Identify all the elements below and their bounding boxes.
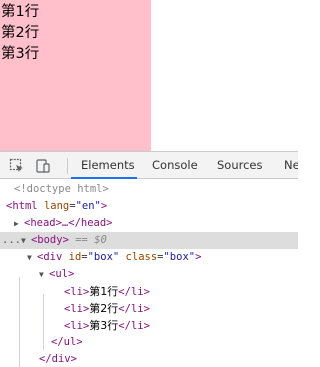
collapse-triangle-icon[interactable]: ▼ xyxy=(21,232,31,249)
row-menu-ellipsis[interactable]: ... xyxy=(0,234,21,246)
li-open-tag: <li> xyxy=(64,320,90,332)
elements-dom-tree: <!doctype html> <html lang="en"> ▶ <head>… xyxy=(0,179,298,367)
dom-node-div-close[interactable]: </div> xyxy=(0,351,298,367)
devtools-panel: Elements Console Sources Ne <!doctype ht… xyxy=(0,151,298,367)
ul-open-tag: <ul> xyxy=(49,268,75,280)
doctype-text: <!doctype html> xyxy=(14,183,109,195)
box-div: 第1行 第2行 第3行 xyxy=(0,0,151,151)
collapse-triangle-icon[interactable]: ▼ xyxy=(39,266,49,283)
dom-node-div[interactable]: ▼ <div id="box" class="box"> xyxy=(0,249,298,266)
devtools-toolbar: Elements Console Sources Ne xyxy=(0,151,298,179)
li-text: 第2行 xyxy=(89,302,119,315)
selected-node-marker: == $0 xyxy=(75,234,107,246)
html-lang-value: "en" xyxy=(75,200,101,212)
list-item-3: 第3行 xyxy=(1,46,40,62)
div-id-value: "box" xyxy=(87,251,120,263)
dom-node-li-1[interactable]: <li>第1行</li> xyxy=(0,283,298,300)
dom-node-doctype[interactable]: <!doctype html> xyxy=(0,181,298,198)
tab-sources[interactable]: Sources xyxy=(217,152,263,179)
body-open-tag: <body> xyxy=(30,234,69,246)
dom-node-ul-close[interactable]: </ul> xyxy=(0,334,298,351)
div-close-tag: </div> xyxy=(39,353,77,365)
ul-close-tag: </ul> xyxy=(51,336,83,348)
list-item-2: 第2行 xyxy=(1,25,40,41)
dom-node-body-selected[interactable]: ...▼ <body> == $0 xyxy=(0,232,298,249)
div-id-attr: id xyxy=(68,251,82,263)
tab-console[interactable]: Console xyxy=(152,152,198,179)
box-list: 第1行 第2行 第3行 xyxy=(0,0,151,65)
li-text: 第1行 xyxy=(89,285,119,298)
collapse-triangle-icon[interactable]: ▼ xyxy=(27,249,37,266)
head-collapsed-tag: <head>…</head> xyxy=(24,217,113,229)
expand-triangle-icon[interactable]: ▶ xyxy=(14,215,24,232)
toolbar-separator xyxy=(67,158,68,174)
html-close-bracket: > xyxy=(100,200,108,212)
tab-elements[interactable]: Elements xyxy=(81,152,135,179)
inspect-element-icon[interactable] xyxy=(9,158,25,174)
li-close-tag: </li> xyxy=(118,320,150,332)
li-close-tag: </li> xyxy=(118,303,150,315)
page-viewport: 第1行 第2行 第3行 xyxy=(0,0,298,151)
html-open-tag: <html xyxy=(6,200,38,212)
li-open-tag: <li> xyxy=(64,303,90,315)
dom-node-html[interactable]: <html lang="en"> xyxy=(0,198,298,215)
tab-network[interactable]: Ne xyxy=(284,152,298,179)
li-close-tag: </li> xyxy=(118,286,150,298)
device-toolbar-icon[interactable] xyxy=(35,158,51,174)
list-item-1: 第1行 xyxy=(1,4,40,20)
html-lang-attr: lang xyxy=(43,200,70,212)
div-open-tag: <div xyxy=(37,251,63,263)
dom-node-head[interactable]: ▶ <head>…</head> xyxy=(0,215,298,232)
div-class-attr: class xyxy=(125,251,158,263)
screen: 第1行 第2行 第3行 Elements Console Sources Ne … xyxy=(0,0,298,367)
dom-node-li-3[interactable]: <li>第3行</li> xyxy=(0,317,298,334)
li-text: 第3行 xyxy=(89,319,119,332)
div-class-value: "box" xyxy=(163,251,196,263)
li-open-tag: <li> xyxy=(64,286,90,298)
dom-node-li-2[interactable]: <li>第2行</li> xyxy=(0,300,298,317)
dom-node-ul[interactable]: ▼ <ul> xyxy=(0,266,298,283)
